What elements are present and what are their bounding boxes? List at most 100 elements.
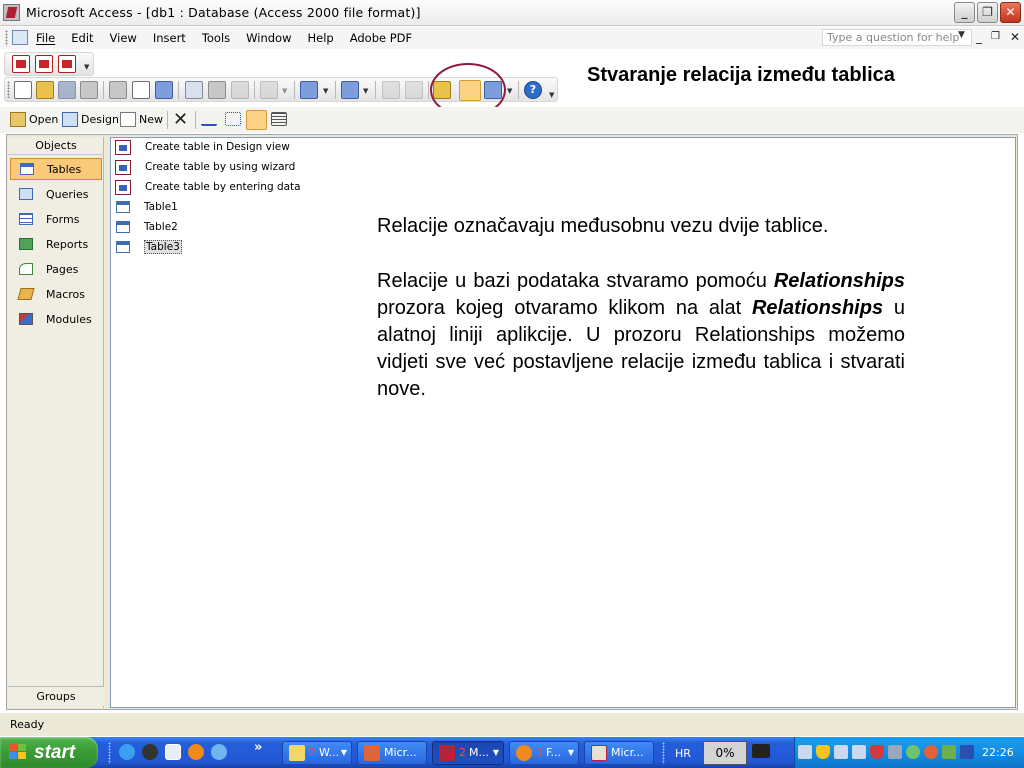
taskbar-button-windows-explorer[interactable]: 2 W... ▼ — [282, 741, 352, 765]
new-file-icon[interactable] — [14, 81, 32, 99]
paste-icon[interactable] — [231, 81, 249, 99]
internet-explorer-icon[interactable] — [119, 744, 135, 760]
antivirus-icon[interactable] — [870, 745, 884, 759]
taskbar-button-access[interactable]: 2 M... ▼ — [432, 741, 504, 765]
display-icon[interactable] — [960, 745, 974, 759]
list-item[interactable]: Create table in Design view — [115, 138, 290, 156]
file-search-icon[interactable] — [80, 81, 98, 99]
design-object-button[interactable]: Design — [62, 112, 119, 127]
analyze-dropdown-icon[interactable]: ▼ — [363, 87, 368, 95]
help-dropdown-icon[interactable]: ▼ — [958, 30, 965, 40]
groups-button[interactable]: Groups — [8, 686, 104, 706]
undo-icon[interactable] — [260, 81, 278, 99]
menu-window[interactable]: Window — [246, 31, 291, 45]
access-app-icon[interactable] — [3, 4, 20, 21]
power-plug-icon[interactable] — [752, 744, 770, 758]
convert-and-review-pdf-icon[interactable] — [58, 55, 76, 73]
quicklaunch-grip-icon[interactable] — [108, 742, 111, 764]
mdi-restore-button[interactable]: ❐ — [991, 31, 1000, 42]
connection-icon[interactable] — [906, 745, 920, 759]
app-tray-icon[interactable] — [942, 745, 956, 759]
help-question-input[interactable]: Type a question for help — [822, 29, 972, 46]
object-tables[interactable]: Tables — [10, 158, 102, 180]
toolbar-separator — [335, 81, 336, 99]
taskbar-button-word[interactable]: Micr... — [584, 741, 654, 765]
office-links-dropdown-icon[interactable]: ▼ — [323, 87, 328, 95]
taskbar-button-firefox[interactable]: 3 F... ▼ — [509, 741, 579, 765]
table-wizard-icon — [115, 159, 131, 175]
object-forms[interactable]: Forms — [10, 208, 102, 230]
minimize-button[interactable]: _ — [954, 2, 975, 23]
media-player-icon[interactable] — [142, 744, 158, 760]
object-reports[interactable]: Reports — [10, 233, 102, 255]
spelling-icon[interactable] — [155, 81, 173, 99]
show-desktop-icon[interactable] — [165, 744, 181, 760]
office-links-icon[interactable] — [300, 81, 318, 99]
toolbar-separator — [167, 111, 168, 129]
taskbar-group-arrow-icon: ▼ — [567, 748, 574, 757]
objects-header[interactable]: Objects — [8, 138, 104, 155]
copy-icon[interactable] — [208, 81, 226, 99]
microsoft-script-editor-icon[interactable] — [405, 81, 423, 99]
open-object-button[interactable]: Open — [10, 112, 58, 127]
analyze-icon[interactable] — [341, 81, 359, 99]
delete-icon[interactable]: ✕ — [173, 109, 188, 130]
object-pages[interactable]: Pages — [10, 258, 102, 280]
code-icon[interactable] — [382, 81, 400, 99]
menu-edit[interactable]: Edit — [71, 31, 93, 45]
save-icon[interactable] — [58, 81, 76, 99]
table-icon — [116, 221, 130, 233]
menu-insert[interactable]: Insert — [153, 31, 186, 45]
undo-dropdown-icon[interactable]: ▼ — [282, 87, 287, 95]
language-bar-grip-icon[interactable] — [662, 742, 665, 764]
messenger-icon[interactable] — [211, 744, 227, 760]
update-icon[interactable] — [924, 745, 938, 759]
print-preview-icon[interactable] — [132, 81, 150, 99]
toolbar-options-icon[interactable]: ▼ — [84, 63, 89, 71]
network-icon[interactable] — [834, 745, 848, 759]
queries-icon — [19, 188, 33, 200]
large-icons-view-icon[interactable] — [201, 112, 217, 126]
convert-and-email-pdf-icon[interactable] — [35, 55, 53, 73]
mdi-minimize-button[interactable]: _ — [976, 30, 982, 44]
restore-button[interactable]: ❐ — [977, 2, 998, 23]
hardware-icon[interactable] — [888, 745, 902, 759]
menu-view[interactable]: View — [110, 31, 137, 45]
open-folder-icon[interactable] — [36, 81, 54, 99]
menu-tools[interactable]: Tools — [202, 31, 230, 45]
object-queries[interactable]: Queries — [10, 183, 102, 205]
list-view-icon[interactable] — [246, 110, 267, 130]
new-object-dropdown-icon[interactable]: ▼ — [507, 87, 512, 95]
details-view-icon[interactable] — [271, 112, 287, 126]
pages-icon — [19, 263, 33, 275]
language-indicator[interactable]: HR — [675, 747, 691, 760]
taskbar-button-powerpoint[interactable]: Micr... — [357, 741, 427, 765]
small-icons-view-icon[interactable] — [225, 112, 241, 126]
toolbar-options-icon[interactable]: ▼ — [549, 91, 554, 99]
menu-adobe-pdf[interactable]: Adobe PDF — [350, 31, 412, 45]
new-object-button[interactable]: New — [120, 112, 163, 127]
list-item[interactable]: Create table by entering data — [115, 178, 301, 196]
menu-help[interactable]: Help — [308, 31, 334, 45]
list-item-selected[interactable]: Table3 — [115, 238, 182, 256]
convert-to-pdf-icon[interactable] — [12, 55, 30, 73]
network-icon[interactable] — [798, 745, 812, 759]
list-item[interactable]: Table2 — [115, 218, 178, 236]
object-macros[interactable]: Macros — [10, 283, 102, 305]
quicklaunch-chevron-icon[interactable]: » — [254, 740, 262, 755]
list-item[interactable]: Table1 — [115, 198, 178, 216]
cut-icon[interactable] — [185, 81, 203, 99]
database-window-icon[interactable] — [12, 30, 28, 45]
firefox-icon[interactable] — [188, 744, 204, 760]
close-button[interactable]: ✕ — [1000, 2, 1021, 23]
list-item[interactable]: Create table by using wizard — [115, 158, 295, 176]
network-icon[interactable] — [852, 745, 866, 759]
print-icon[interactable] — [109, 81, 127, 99]
object-modules[interactable]: Modules — [10, 308, 102, 330]
security-shield-icon[interactable] — [816, 745, 830, 759]
menu-file[interactable]: File — [36, 31, 55, 45]
toolbar-grip-icon[interactable] — [7, 81, 10, 98]
menu-grip-icon[interactable] — [5, 30, 8, 46]
help-icon[interactable]: ? — [524, 81, 542, 99]
mdi-close-button[interactable]: ✕ — [1010, 30, 1020, 44]
